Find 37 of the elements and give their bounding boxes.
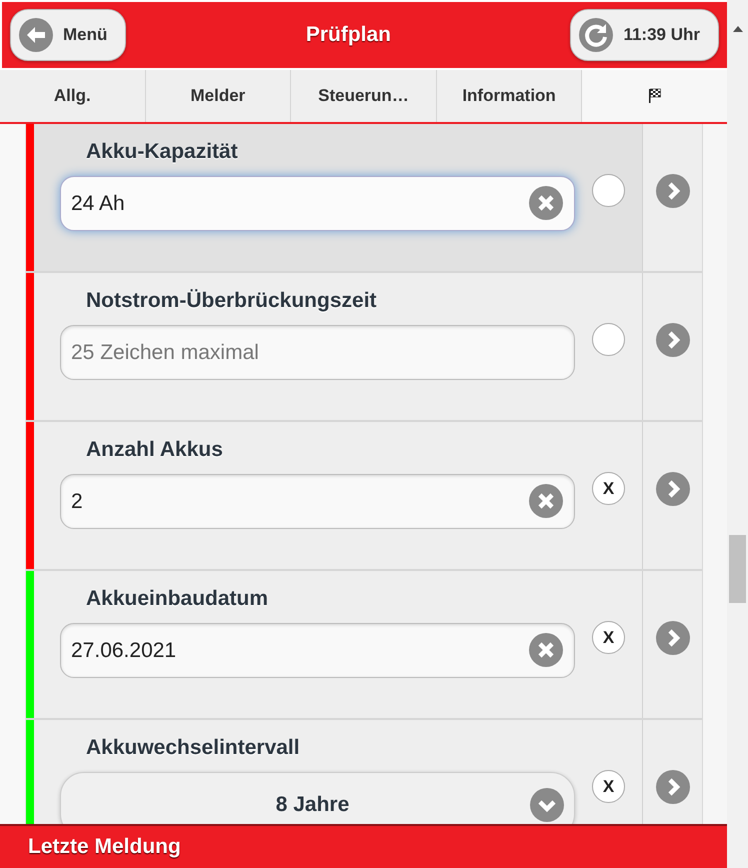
checkered-flag-icon xyxy=(648,88,662,104)
refresh-icon xyxy=(579,18,614,52)
clear-icon[interactable] xyxy=(529,186,563,220)
radio-circle[interactable] xyxy=(592,174,625,207)
field-label: Notstrom-Überbrückungszeit xyxy=(85,289,378,313)
mark-button[interactable]: X xyxy=(592,621,625,654)
chevron-right-icon[interactable] xyxy=(656,323,690,357)
chevron-right-icon[interactable] xyxy=(656,472,690,506)
mark-button[interactable]: X xyxy=(592,472,625,505)
footer-title: Letzte Meldung xyxy=(28,835,181,859)
tab[interactable]: Allg. xyxy=(0,70,146,122)
field-label: Akku-Kapazität xyxy=(85,140,239,164)
select-button[interactable]: 8 Jahre xyxy=(60,772,575,824)
clear-icon[interactable] xyxy=(529,633,563,667)
field-label: Akkuwechselintervall xyxy=(85,736,301,760)
input-field[interactable]: 2 xyxy=(60,474,575,529)
chevron-right-icon[interactable] xyxy=(656,770,690,804)
tab[interactable]: Information xyxy=(436,70,582,122)
chevron-down-icon xyxy=(530,788,564,822)
scroll-up-icon[interactable] xyxy=(733,26,743,32)
field-label: Akkueinbaudatum xyxy=(85,587,270,611)
field-label: Anzahl Akkus xyxy=(85,438,224,462)
clear-icon[interactable] xyxy=(529,484,563,518)
radio-circle[interactable] xyxy=(592,323,625,356)
input-field[interactable]: 24 Ah xyxy=(60,176,575,231)
scroll-thumb[interactable] xyxy=(729,535,746,603)
input-field[interactable]: 25 Zeichen maximal xyxy=(60,325,575,380)
mark-button[interactable]: X xyxy=(592,770,625,803)
tab[interactable]: Melder xyxy=(146,70,292,122)
menu-button[interactable]: Menü xyxy=(10,9,126,61)
refresh-button[interactable]: 11:39 Uhr xyxy=(570,9,719,61)
chevron-right-icon[interactable] xyxy=(656,621,690,655)
scrollbar[interactable] xyxy=(727,0,748,868)
page-title: Prüfplan xyxy=(306,23,391,47)
chevron-right-icon[interactable] xyxy=(656,174,690,208)
input-field[interactable]: 27.06.2021 xyxy=(60,623,575,678)
tab[interactable]: Steuerun… xyxy=(291,70,437,122)
